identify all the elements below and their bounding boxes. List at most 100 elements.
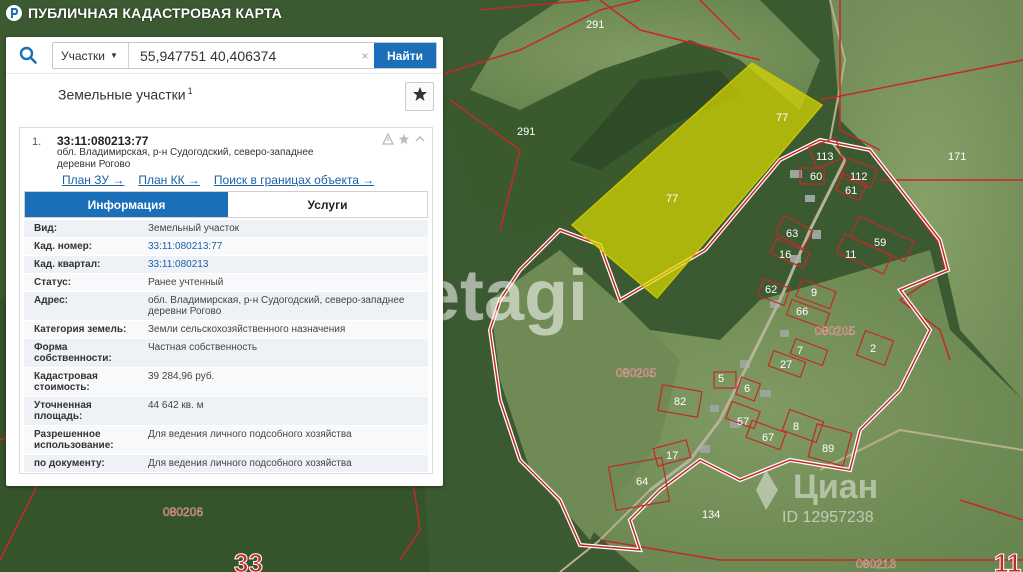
parcel-label: 66 [796,306,808,318]
tab-services[interactable]: Услуги [228,192,427,217]
quarter-label: 080206 [163,505,203,519]
parcel-label: 16 [779,249,791,261]
info-value: обл. Владимирская, р-н Судогодский, севе… [148,295,405,317]
quarter-label: 080213 [856,557,896,571]
info-key: Статус: [34,277,72,288]
info-row: Форма собственности: Частная собственност… [24,339,428,368]
parcel-label: 113 [816,151,834,163]
parcel-label: 8 [793,421,799,433]
info-row: Категория земель: Земли сельскохозяйствен… [24,321,428,339]
district-label: 11 [994,548,1022,572]
cad-quarter-link[interactable]: 33:11:080213 [144,256,428,273]
parcel-label: 5 [718,373,724,385]
parcel-label: 64 [636,476,648,488]
parcel-label: 6 [744,383,750,395]
plan-zu-link[interactable]: План ЗУ → [62,173,124,187]
info-key: Форма собственности: [34,342,112,364]
parcel-label: 9 [811,287,817,299]
info-table: Вид: Земельный участок Кад. номер: 33:11:0… [24,220,428,473]
cadastral-number: 33:11:080213:77 [57,134,149,148]
info-value: Для ведения личного подсобного хозяйства [148,429,352,440]
search-input[interactable] [129,43,356,68]
parcel-label: 291 [586,19,604,31]
parcel-label: 134 [702,509,720,521]
parcel-label: 67 [762,432,774,444]
info-key: Кадастровая стоимость: [34,371,98,393]
info-key: Уточненная площадь: [34,400,92,422]
tab-info[interactable]: Информация [25,192,228,217]
find-button[interactable]: Найти [374,43,436,68]
info-row: Разрешенное использование: Для ведения ли… [24,426,428,455]
info-row: Кад. квартал: 33:11:080213 [24,256,428,274]
info-row: Статус: Ранее учтенный [24,274,428,292]
search-type-select[interactable]: Участки ▼ [53,43,129,68]
result-tabs: Информация Услуги [24,191,428,218]
info-value: Для ведения личного подсобного хозяйства [148,458,352,469]
section-header: Земельные участки 1 [6,73,443,117]
parcel-label: 291 [517,126,535,138]
info-key: Категория земель: [34,324,127,335]
watermark-etagi: etagi [420,256,588,336]
info-value: Частная собственность [148,342,258,353]
info-key: Вид: [34,223,58,234]
section-title-text: Земельные участки [58,86,186,103]
watermark-id: ID 12957238 [782,509,874,526]
app-header: ПУБЛИЧНАЯ КАДАСТРОВАЯ КАРТА [0,0,282,26]
watermark-cian: Циан [793,468,878,506]
rosreestr-logo-icon [6,5,22,21]
info-value: Ранее учтенный [148,277,224,288]
search-in-bounds-link[interactable]: Поиск в границах объекта → [214,173,374,187]
info-value: Земли сельскохозяйственного назначения [148,324,346,335]
info-key: Разрешенное использование: [34,429,114,451]
parcel-label: 89 [822,443,834,455]
result-address: обл. Владимирская, р-н Судогодский, севе… [57,147,314,170]
parcel-label: 17 [666,450,678,462]
result-card[interactable]: 1. 33:11:080213:77 обл. Владимирская, р-… [19,127,433,474]
parcel-label: 27 [780,359,792,371]
section-title: Земельные участки 1 [58,86,193,103]
warning-icon[interactable] [381,132,394,145]
cad-number-link[interactable]: 33:11:080213:77 [144,238,428,255]
favorites-button[interactable] [405,82,434,111]
district-label: 33 [234,548,263,572]
parcel-label: 60 [810,171,822,183]
quarter-label: 080205 [815,324,855,338]
info-row: Вид: Земельный участок [24,220,428,238]
parcel-label: 112 [850,171,868,183]
search-group: Участки ▼ × Найти [52,42,437,69]
info-value: 39 284,96 руб. [148,371,215,382]
parcel-label: 62 [765,284,777,296]
search-bar: Участки ▼ × Найти [6,37,443,73]
parcel-label: 11 [845,249,856,261]
app-title: ПУБЛИЧНАЯ КАДАСТРОВАЯ КАРТА [28,5,283,21]
parcel-label: 63 [786,228,798,240]
info-value: Земельный участок [148,223,240,234]
parcel-label: 77 [776,112,788,124]
info-row: Уточненная площадь: 44 642 кв. м [24,397,428,426]
info-key: Кад. квартал: [34,259,101,270]
info-value: 44 642 кв. м [148,400,204,411]
card-tools [381,132,426,145]
info-key: по документу: [34,458,105,469]
info-row: по документу: Для ведения личного подсобн… [24,455,428,473]
parcel-label: 61 [845,185,857,197]
chevron-up-icon[interactable] [413,132,426,145]
star-icon[interactable] [397,132,410,145]
parcel-label: 82 [674,396,686,408]
info-key: Кад. номер: [34,241,93,252]
search-type-label: Участки [61,48,105,63]
quarter-label: 080205 [616,366,656,380]
clear-icon[interactable]: × [356,43,374,68]
parcel-label: 7 [797,345,803,357]
info-row: Кадастровая стоимость: 39 284,96 руб. [24,368,428,397]
plan-kk-link[interactable]: План КК → [138,173,200,187]
info-key: Адрес: [34,295,68,306]
search-icon[interactable] [16,44,40,66]
search-panel: Участки ▼ × Найти Земельные участки1 1. … [6,37,443,486]
info-row: Адрес: обл. Владимирская, р-н Судогодский… [24,292,428,321]
parcel-label: 77 [666,193,678,205]
info-row: Кад. номер: 33:11:080213:77 [24,238,428,256]
parcel-label: 2 [870,343,876,355]
parcel-label: 59 [874,237,886,249]
star-icon [412,86,428,107]
